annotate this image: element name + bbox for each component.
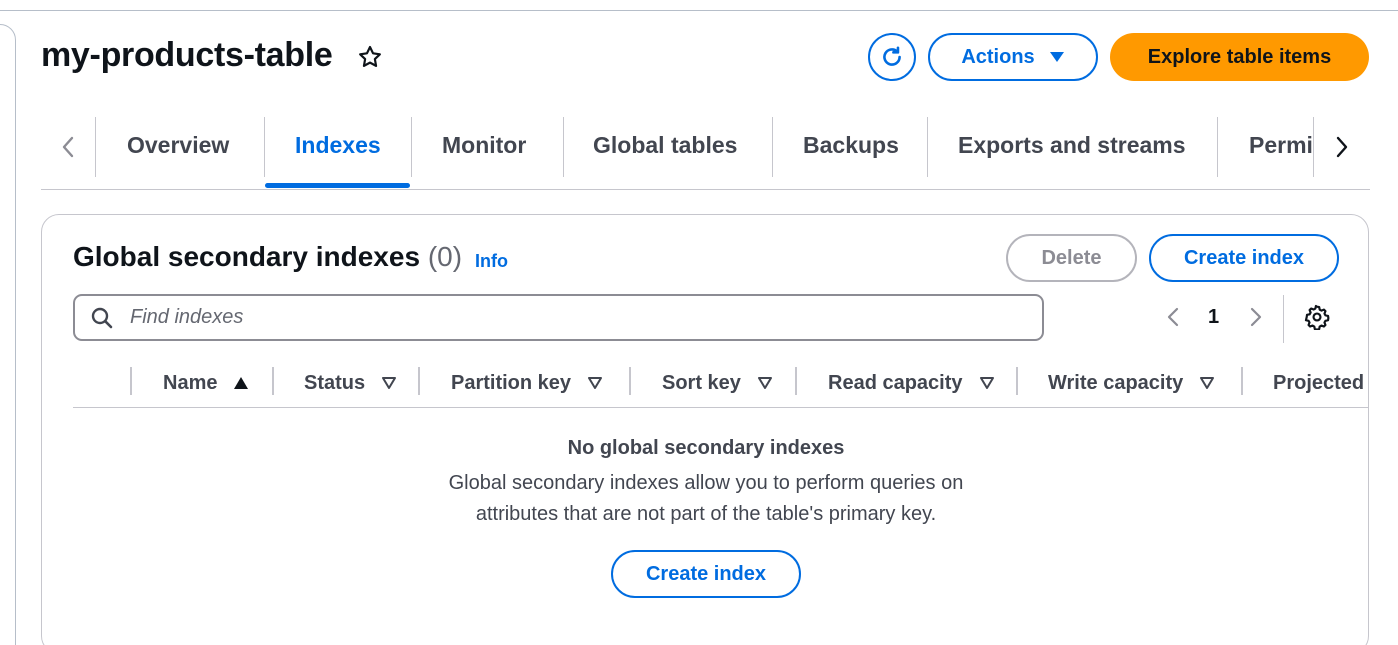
- previous-page-button[interactable]: [1162, 305, 1186, 329]
- tabs-divider: [41, 189, 1370, 190]
- sort-caret-icon: [588, 377, 603, 389]
- sort-caret-icon: [382, 377, 397, 389]
- tabs-scroll-left-button[interactable]: [54, 133, 82, 161]
- empty-state-title: No global secondary indexes: [567, 437, 845, 459]
- sort-ascending-icon: [234, 377, 249, 389]
- global-secondary-indexes-container: Global secondary indexes (0) Info Delete…: [41, 214, 1369, 645]
- tab-separator: [927, 117, 928, 177]
- column-separator: [418, 367, 420, 395]
- column-header-label: Projected: [1273, 371, 1365, 394]
- next-page-button[interactable]: [1243, 305, 1267, 329]
- column-separator: [629, 367, 631, 395]
- empty-state-description-line: attributes that are not part of the tabl…: [475, 503, 937, 525]
- sort-caret-icon: [757, 377, 772, 389]
- column-separator: [130, 367, 132, 395]
- column-separator: [1016, 367, 1018, 395]
- tab-separator: [411, 117, 412, 177]
- tab-separator: [264, 117, 265, 177]
- tab-permissions[interactable]: Permi: [1249, 132, 1312, 159]
- column-header-label: Read capacity: [828, 371, 963, 394]
- column-header-label: Status: [304, 371, 366, 394]
- column-separator: [272, 367, 274, 395]
- empty-state-description: Global secondary indexes allow you to pe…: [42, 468, 1368, 530]
- tab-monitor[interactable]: Monitor: [442, 132, 526, 159]
- current-page-number[interactable]: 1: [1208, 306, 1219, 329]
- column-separator: [795, 367, 797, 395]
- gsi-heading: Global secondary indexes (0): [73, 241, 462, 273]
- column-header-sort-key[interactable]: Sort key: [662, 368, 773, 398]
- star-icon[interactable]: [357, 44, 383, 70]
- search-icon: [91, 307, 113, 329]
- delete-button[interactable]: Delete: [1006, 234, 1137, 282]
- search-input[interactable]: Find indexes: [73, 294, 1044, 341]
- create-index-button[interactable]: Create index: [1149, 234, 1339, 282]
- active-tab-indicator: [265, 183, 410, 188]
- empty-state-create-index-button[interactable]: Create index: [611, 550, 801, 598]
- tab-permissions-label: Permi: [1249, 132, 1312, 158]
- side-navigation-panel: [0, 24, 16, 645]
- tabs-scroll-right-button[interactable]: [1328, 133, 1356, 161]
- settings-icon[interactable]: [1304, 304, 1330, 330]
- column-header-partition-key[interactable]: Partition key: [451, 368, 603, 398]
- search-placeholder: Find indexes: [130, 306, 244, 328]
- empty-state-description-line: Global secondary indexes allow you to pe…: [448, 472, 964, 494]
- caret-down-icon: [1049, 52, 1064, 62]
- top-divider: [0, 10, 1398, 11]
- pager-divider: [1283, 295, 1284, 343]
- column-header-read-capacity[interactable]: Read capacity: [828, 368, 995, 398]
- actions-button[interactable]: Actions: [928, 33, 1098, 81]
- info-link[interactable]: Info: [475, 251, 508, 272]
- page-title: my-products-table: [41, 36, 333, 74]
- chevron-left-icon: [62, 136, 74, 158]
- column-separator: [1241, 367, 1243, 395]
- sort-caret-icon: [1200, 377, 1215, 389]
- tab-separator: [1313, 117, 1314, 177]
- column-header-name[interactable]: Name: [163, 368, 249, 398]
- tab-separator: [95, 117, 96, 177]
- sort-caret-icon: [979, 377, 994, 389]
- table-header-divider: [73, 407, 1368, 408]
- actions-button-label: Actions: [961, 45, 1035, 68]
- tab-indexes[interactable]: Indexes: [295, 132, 381, 159]
- tab-backups[interactable]: Backups: [803, 132, 899, 159]
- column-header-projected[interactable]: Projected: [1273, 368, 1364, 398]
- gsi-count: (0): [427, 241, 463, 272]
- tab-separator: [772, 117, 773, 177]
- tab-global-tables[interactable]: Global tables: [593, 132, 737, 159]
- refresh-button[interactable]: [868, 33, 916, 81]
- refresh-icon: [883, 46, 901, 66]
- column-header-write-capacity[interactable]: Write capacity: [1048, 368, 1215, 398]
- column-header-label: Sort key: [662, 371, 741, 394]
- gsi-title: Global secondary indexes: [73, 241, 421, 272]
- column-header-label: Write capacity: [1048, 371, 1184, 394]
- explore-table-items-button[interactable]: Explore table items: [1110, 33, 1369, 81]
- tab-separator: [1217, 117, 1218, 177]
- tab-overview[interactable]: Overview: [127, 132, 229, 159]
- column-header-label: Name: [163, 371, 218, 394]
- chevron-right-icon: [1336, 136, 1348, 158]
- column-header-status[interactable]: Status: [304, 368, 397, 398]
- tab-exports-and-streams[interactable]: Exports and streams: [958, 132, 1186, 159]
- column-header-label: Partition key: [451, 371, 572, 394]
- tab-separator: [563, 117, 564, 177]
